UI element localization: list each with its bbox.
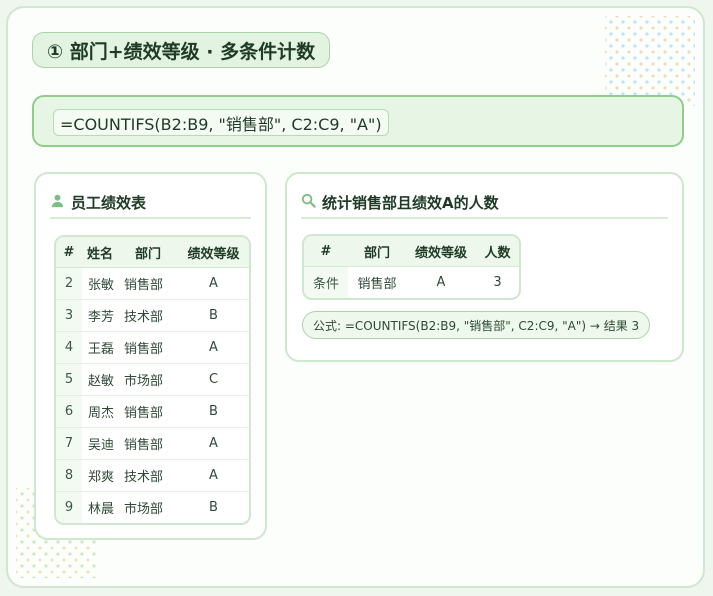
divider <box>50 217 251 219</box>
grade: A <box>178 459 249 492</box>
column-header: # <box>56 237 82 268</box>
table-row: 3 李芳 技术部 B <box>56 299 249 332</box>
table-row: 条件 销售部 A 3 <box>304 266 519 298</box>
formula-text[interactable]: =COUNTIFS(B2:B9, "销售部", C2:C9, "A") <box>53 109 389 136</box>
row-number: 9 <box>56 491 82 523</box>
employee-name: 王磊 <box>82 331 118 364</box>
row-number: 4 <box>56 331 82 364</box>
grade: A <box>178 267 249 300</box>
count: 3 <box>476 266 519 298</box>
department: 市场部 <box>118 363 178 396</box>
department: 技术部 <box>118 459 178 492</box>
employee-table: # 姓名 部门 绩效等级 2 张敏 销售部 A 3 李芳 技术部 B 4 王磊 … <box>54 235 251 525</box>
row-number: 3 <box>56 299 82 332</box>
department: 销售部 <box>118 331 178 364</box>
department: 销售部 <box>118 427 178 460</box>
table-row: 9 林晨 市场部 B <box>56 491 249 523</box>
employee-name: 郑爽 <box>82 459 118 492</box>
column-header: 绩效等级 <box>406 236 476 267</box>
employee-card-title: 员工绩效表 <box>71 194 147 212</box>
employee-name: 张敏 <box>82 267 118 300</box>
employee-name: 林晨 <box>82 491 118 523</box>
table-row: 5 赵敏 市场部 C <box>56 363 249 396</box>
row-number: 2 <box>56 267 82 300</box>
department: 销售部 <box>118 267 178 300</box>
search-icon <box>301 193 316 212</box>
employee-name: 赵敏 <box>82 363 118 396</box>
page-title: ① 部门+绩效等级 · 多条件计数 <box>32 32 331 68</box>
department: 市场部 <box>118 491 178 523</box>
department: 销售部 <box>118 395 178 428</box>
user-icon <box>50 193 65 212</box>
column-header: 绩效等级 <box>178 237 249 268</box>
stats-card: 统计销售部且绩效A的人数 # 部门 绩效等级 人数 条件 销售部 A 3 公式:… <box>285 172 684 362</box>
department: 销售部 <box>348 266 406 298</box>
table-header-row: # 姓名 部门 绩效等级 <box>56 237 249 268</box>
employee-card-header: 员工绩效表 <box>50 192 146 213</box>
table-row: 2 张敏 销售部 A <box>56 267 249 300</box>
stats-card-header: 统计销售部且绩效A的人数 <box>301 192 499 213</box>
decorative-dots <box>605 16 695 106</box>
column-header: 部门 <box>348 236 406 267</box>
grade: C <box>178 363 249 396</box>
employee-card: 员工绩效表 # 姓名 部门 绩效等级 2 张敏 销售部 A 3 李芳 技术部 B… <box>34 172 267 540</box>
row-number: 8 <box>56 459 82 492</box>
row-number: 6 <box>56 395 82 428</box>
row-number: 7 <box>56 427 82 460</box>
grade: B <box>178 299 249 332</box>
grade: A <box>178 331 249 364</box>
table-row: 7 吴迪 销售部 A <box>56 427 249 460</box>
table-row: 8 郑爽 技术部 A <box>56 459 249 492</box>
department: 技术部 <box>118 299 178 332</box>
employee-name: 周杰 <box>82 395 118 428</box>
column-header: 姓名 <box>82 237 118 268</box>
table-row: 4 王磊 销售部 A <box>56 331 249 364</box>
employee-name: 李芳 <box>82 299 118 332</box>
grade: A <box>406 266 476 298</box>
column-header: # <box>304 236 348 267</box>
grade: B <box>178 395 249 428</box>
formula-summary: 公式: =COUNTIFS(B2:B9, "销售部", C2:C9, "A") … <box>302 311 651 339</box>
condition-label: 条件 <box>304 266 348 298</box>
row-number: 5 <box>56 363 82 396</box>
employee-name: 吴迪 <box>82 427 118 460</box>
column-header: 人数 <box>476 236 519 267</box>
column-header: 部门 <box>118 237 178 268</box>
grade: B <box>178 491 249 523</box>
table-header-row: # 部门 绩效等级 人数 <box>304 236 519 267</box>
formula-bar: =COUNTIFS(B2:B9, "销售部", C2:C9, "A") <box>32 95 684 147</box>
divider <box>301 217 668 219</box>
stats-card-title: 统计销售部且绩效A的人数 <box>322 194 499 212</box>
table-row: 6 周杰 销售部 B <box>56 395 249 428</box>
grade: A <box>178 427 249 460</box>
app-frame: ① 部门+绩效等级 · 多条件计数 =COUNTIFS(B2:B9, "销售部"… <box>6 6 705 588</box>
stats-table: # 部门 绩效等级 人数 条件 销售部 A 3 <box>302 234 521 300</box>
